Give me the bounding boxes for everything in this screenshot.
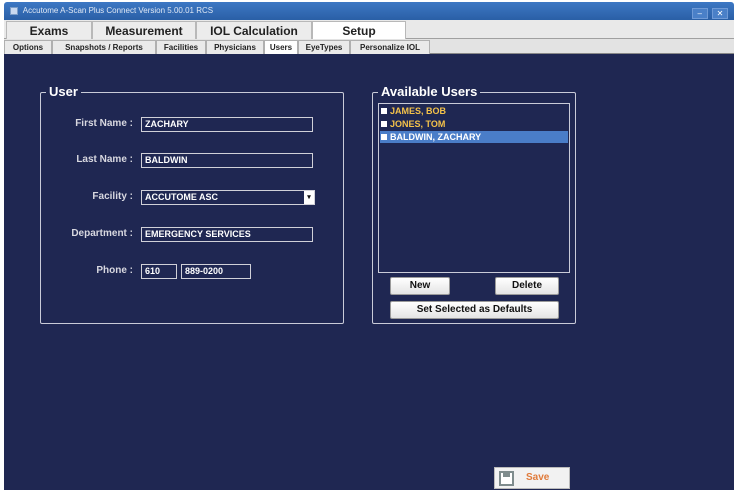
set-defaults-button[interactable]: Set Selected as Defaults [390, 301, 559, 319]
first-name-label: First Name : [75, 118, 133, 129]
list-item[interactable]: JAMES, BOB [380, 105, 568, 117]
list-item-selected[interactable]: BALDWIN, ZACHARY [380, 131, 568, 143]
first-name-field[interactable]: ZACHARY [141, 117, 313, 132]
users-list[interactable]: JAMES, BOB JONES, TOM BALDWIN, ZACHARY [378, 103, 570, 273]
subtab-options[interactable]: Options [4, 40, 52, 54]
list-item[interactable]: JONES, TOM [380, 118, 568, 130]
tab-iol-calculation[interactable]: IOL Calculation [196, 21, 312, 39]
available-users-legend: Available Users [378, 84, 481, 100]
checkbox-icon[interactable] [381, 121, 387, 127]
phone-label: Phone : [96, 265, 133, 276]
phone-number-field[interactable]: 889-0200 [181, 264, 251, 279]
subtab-snapshots-reports[interactable]: Snapshots / Reports [52, 40, 156, 54]
tab-measurement[interactable]: Measurement [92, 21, 196, 39]
dropdown-arrow-icon[interactable]: ▾ [304, 191, 314, 204]
close-button[interactable]: ✕ [712, 8, 728, 19]
department-label: Department : [71, 228, 133, 239]
facility-label: Facility : [92, 191, 133, 202]
user-legend: User [46, 84, 81, 100]
phone-area-code-field[interactable]: 610 [141, 264, 177, 279]
subtab-eyetypes[interactable]: EyeTypes [298, 40, 350, 54]
last-name-label: Last Name : [76, 154, 133, 165]
setup-sub-tab-bar: Options Snapshots / Reports Facilities P… [4, 39, 734, 54]
new-user-button[interactable]: New [390, 277, 450, 295]
main-tab-bar: Exams Measurement IOL Calculation Setup [4, 20, 734, 39]
save-button[interactable]: Save [494, 467, 570, 489]
last-name-field[interactable]: BALDWIN [141, 153, 313, 168]
department-field[interactable]: EMERGENCY SERVICES [141, 227, 313, 242]
available-users-groupbox: Available Users JAMES, BOB JONES, TOM BA… [372, 84, 576, 324]
window-title-bar: Accutome A-Scan Plus Connect Version 5.0… [4, 2, 734, 20]
users-panel: User First Name : ZACHARY Last Name : BA… [4, 54, 734, 490]
facility-dropdown[interactable]: ACCUTOME ASC ▾ [141, 190, 315, 205]
subtab-physicians[interactable]: Physicians [206, 40, 264, 54]
window-title: Accutome A-Scan Plus Connect Version 5.0… [22, 6, 214, 15]
checkbox-icon[interactable] [381, 108, 387, 114]
subtab-facilities[interactable]: Facilities [156, 40, 206, 54]
app-icon [10, 6, 18, 15]
facility-value: ACCUTOME ASC [145, 192, 219, 202]
floppy-disk-icon [499, 471, 514, 486]
minimize-button[interactable]: – [691, 8, 708, 19]
subtab-personalize-iol[interactable]: Personalize IOL [350, 40, 430, 54]
delete-user-button[interactable]: Delete [495, 277, 559, 295]
subtab-users[interactable]: Users [264, 40, 298, 54]
save-label: Save [526, 472, 550, 483]
user-groupbox: User First Name : ZACHARY Last Name : BA… [40, 84, 344, 324]
checkbox-icon[interactable] [381, 134, 387, 140]
tab-setup[interactable]: Setup [312, 21, 406, 39]
tab-exams[interactable]: Exams [6, 21, 92, 39]
